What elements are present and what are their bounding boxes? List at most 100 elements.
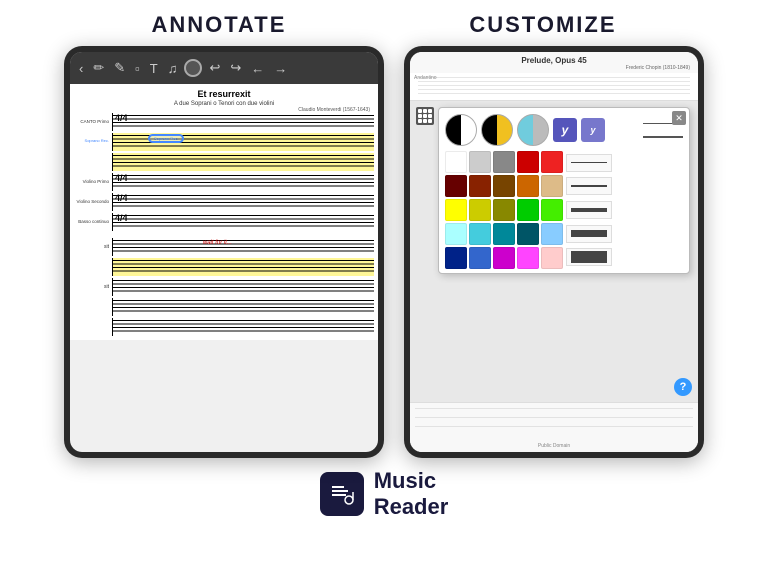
grid-cell-7 <box>418 119 422 123</box>
pen-y-button-1[interactable]: y <box>553 118 577 142</box>
app-logo-icon <box>320 472 364 516</box>
staff-soprano: Soprano Rec. <box>112 133 374 151</box>
part-label-violino2: Violino Secondo <box>74 193 112 211</box>
color-pink[interactable] <box>541 247 563 269</box>
color-red[interactable] <box>541 151 563 173</box>
app-name-line2: Reader <box>374 494 449 520</box>
header-titles: ANNOTATE CUSTOMIZE <box>0 0 768 46</box>
color-teal[interactable] <box>493 223 515 245</box>
grid-cell-3 <box>428 109 432 113</box>
music-icon[interactable]: ♫ <box>165 60 181 77</box>
tablet-customize: Prelude, Opus 45 Frederic Chopin (1810-1… <box>404 46 704 458</box>
text-icon[interactable]: T <box>147 60 161 77</box>
color-bright-green[interactable] <box>541 199 563 221</box>
bottom-label3: sit <box>74 278 112 296</box>
bottom-score-preview: Public Domain <box>410 402 698 452</box>
back-icon[interactable]: ‹ <box>76 60 86 77</box>
part-label-basso: Basso continuo <box>74 213 112 231</box>
annotate-content: Et resurrexit A due Soprani o Tenori con… <box>70 84 378 340</box>
bottom-label1: sit <box>74 238 112 256</box>
part-label-soprano2 <box>74 153 112 171</box>
color-orange-brown[interactable] <box>517 175 539 197</box>
help-button[interactable]: ? <box>674 378 692 396</box>
preview-staff-3 <box>415 426 693 432</box>
line-medium[interactable] <box>643 132 683 142</box>
staff-violino1: 4/4 <box>112 173 374 191</box>
staff-soprano2 <box>112 153 374 171</box>
line-thickness-5[interactable] <box>566 248 612 266</box>
color-olive[interactable] <box>493 199 515 221</box>
mini-score-preview: Andantino <box>410 73 698 101</box>
staff-bottom2 <box>112 258 374 276</box>
color-blue[interactable] <box>469 247 491 269</box>
staff-row-soprano: Soprano Rec. Soprano Rec. <box>74 133 374 151</box>
grid-icon[interactable] <box>416 107 434 125</box>
color-navy[interactable] <box>445 247 467 269</box>
bottom-label5 <box>74 318 112 336</box>
customize-composer: Frederic Chopin (1810-1849) <box>418 65 690 71</box>
staff-bottom3 <box>112 278 374 296</box>
line-thickness-2[interactable] <box>566 177 612 195</box>
app-name: Music Reader <box>374 468 449 521</box>
highlight-icon[interactable]: ▫ <box>132 60 143 77</box>
redo-icon[interactable]: ↪ <box>227 59 244 77</box>
app-name-line1: Music <box>374 468 449 494</box>
staff-row-bottom1: sit wait for it... <box>74 238 374 256</box>
color-cyan[interactable] <box>469 223 491 245</box>
undo-icon[interactable]: ↩ <box>206 59 223 77</box>
staff-row-basso: Basso continuo 4/4 <box>74 213 374 231</box>
grid-cell-9 <box>428 119 432 123</box>
pen-circle-1[interactable] <box>445 114 477 146</box>
grid-cell-6 <box>428 114 432 118</box>
bottom-label2 <box>74 258 112 276</box>
staff-canto: 4/4 <box>112 113 374 131</box>
color-white[interactable] <box>445 151 467 173</box>
selection-oval: Soprano Rec. <box>148 134 184 143</box>
color-light-cyan[interactable] <box>445 223 467 245</box>
customize-inner: Prelude, Opus 45 Frederic Chopin (1810-1… <box>410 52 698 452</box>
grid-cell-4 <box>418 114 422 118</box>
color-picker-top-row: y y <box>445 114 683 146</box>
color-brown[interactable] <box>493 175 515 197</box>
pen-circle-3[interactable] <box>517 114 549 146</box>
color-light-gray[interactable] <box>469 151 491 173</box>
color-sky[interactable] <box>541 223 563 245</box>
color-yellow[interactable] <box>445 199 467 221</box>
color-grid <box>445 151 563 269</box>
color-circle-active[interactable] <box>184 59 202 77</box>
line-thickness-4[interactable] <box>566 225 612 243</box>
line-thickness-3[interactable] <box>566 201 612 219</box>
arrow-right-icon[interactable]: → <box>271 60 290 77</box>
pen-icon[interactable]: ✎ <box>111 59 128 77</box>
color-yellow-green[interactable] <box>469 199 491 221</box>
color-tan[interactable] <box>541 175 563 197</box>
color-green[interactable] <box>517 199 539 221</box>
color-maroon[interactable] <box>445 175 467 197</box>
arrow-left-icon[interactable]: ← <box>248 60 267 77</box>
line-thickness-1[interactable] <box>566 154 612 172</box>
staff-row-bottom3: sit <box>74 278 374 296</box>
logo-svg <box>326 478 358 510</box>
staff-row-violino2: Violino Secondo 4/4 <box>74 193 374 211</box>
grid-cell-2 <box>423 109 427 113</box>
color-mid-gray[interactable] <box>493 151 515 173</box>
customize-score-title: Prelude, Opus 45 <box>418 56 690 65</box>
color-brown-red[interactable] <box>469 175 491 197</box>
mini-score-lines <box>418 77 690 95</box>
pencil-icon[interactable]: ✏ <box>90 59 107 77</box>
footer: Music Reader <box>0 458 768 521</box>
color-dark-teal[interactable] <box>517 223 539 245</box>
annotate-heading: ANNOTATE <box>151 12 286 38</box>
staff-row-canto: CANTO Primo 4/4 <box>74 113 374 131</box>
color-picker-rows <box>445 151 683 269</box>
color-dark-red[interactable] <box>517 151 539 173</box>
tablet-annotate: ‹ ✏ ✎ ▫ T ♫ ↩ ↪ ← → Et resurrexit A due … <box>64 46 384 458</box>
pen-circle-2[interactable] <box>481 114 513 146</box>
color-picker-close-button[interactable]: ✕ <box>672 111 686 125</box>
color-purple[interactable] <box>493 247 515 269</box>
grid-cell-1 <box>418 109 422 113</box>
color-magenta[interactable] <box>517 247 539 269</box>
pen-y-button-2[interactable]: y <box>581 118 605 142</box>
bottom-section: sit wait for it... <box>74 238 374 336</box>
tablet-annotate-screen: ‹ ✏ ✎ ▫ T ♫ ↩ ↪ ← → Et resurrexit A due … <box>70 52 378 452</box>
